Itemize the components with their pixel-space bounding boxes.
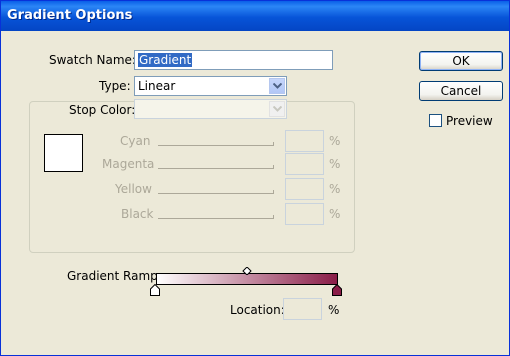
yellow-value-field[interactable]: [285, 178, 324, 200]
location-label: Location:: [230, 303, 285, 317]
chevron-down-icon: [269, 101, 285, 117]
black-unit: %: [329, 207, 341, 221]
type-label: Type:: [99, 79, 131, 93]
cyan-unit: %: [329, 134, 341, 148]
swatch-name-label: Swatch Name:: [49, 53, 136, 67]
stop-color-select[interactable]: [134, 99, 287, 119]
black-slider[interactable]: [158, 215, 274, 219]
yellow-slider[interactable]: [158, 190, 274, 194]
midpoint-diamond-icon[interactable]: [242, 264, 252, 276]
title-bar[interactable]: Gradient Options: [1, 1, 509, 31]
magenta-value-field[interactable]: [285, 153, 324, 175]
swatch-name-field[interactable]: Gradient: [134, 50, 333, 70]
gradient-options-dialog: Gradient Options Swatch Name: Gradient T…: [0, 0, 510, 356]
yellow-unit: %: [329, 182, 341, 196]
magenta-label: Magenta: [102, 157, 155, 171]
chevron-down-icon[interactable]: [269, 78, 285, 94]
stop-color-group: [29, 101, 355, 253]
cyan-label: Cyan: [120, 134, 151, 148]
cancel-button[interactable]: Cancel: [419, 81, 503, 101]
cyan-slider[interactable]: [158, 142, 274, 146]
ok-button[interactable]: OK: [419, 51, 503, 71]
color-preview-swatch: [44, 134, 83, 172]
location-unit: %: [328, 303, 340, 317]
black-value-field[interactable]: [285, 203, 324, 225]
magenta-unit: %: [329, 157, 341, 171]
swatch-name-value: Gradient: [138, 53, 193, 67]
location-field[interactable]: [283, 298, 322, 320]
type-select[interactable]: Linear: [134, 76, 287, 96]
gradient-ramp-label: Gradient Ramp: [67, 269, 158, 283]
preview-label[interactable]: Preview: [446, 114, 493, 128]
preview-checkbox[interactable]: [429, 114, 442, 127]
cyan-value-field[interactable]: [285, 130, 324, 152]
yellow-label: Yellow: [115, 182, 152, 196]
type-select-value: Linear: [138, 79, 176, 93]
end-color-stop-icon[interactable]: [332, 283, 342, 296]
black-label: Black: [121, 207, 154, 221]
dialog-title: Gradient Options: [7, 8, 133, 23]
magenta-slider[interactable]: [158, 165, 274, 169]
stop-color-label: Stop Color:: [67, 103, 138, 117]
start-color-stop-icon[interactable]: [150, 283, 160, 296]
